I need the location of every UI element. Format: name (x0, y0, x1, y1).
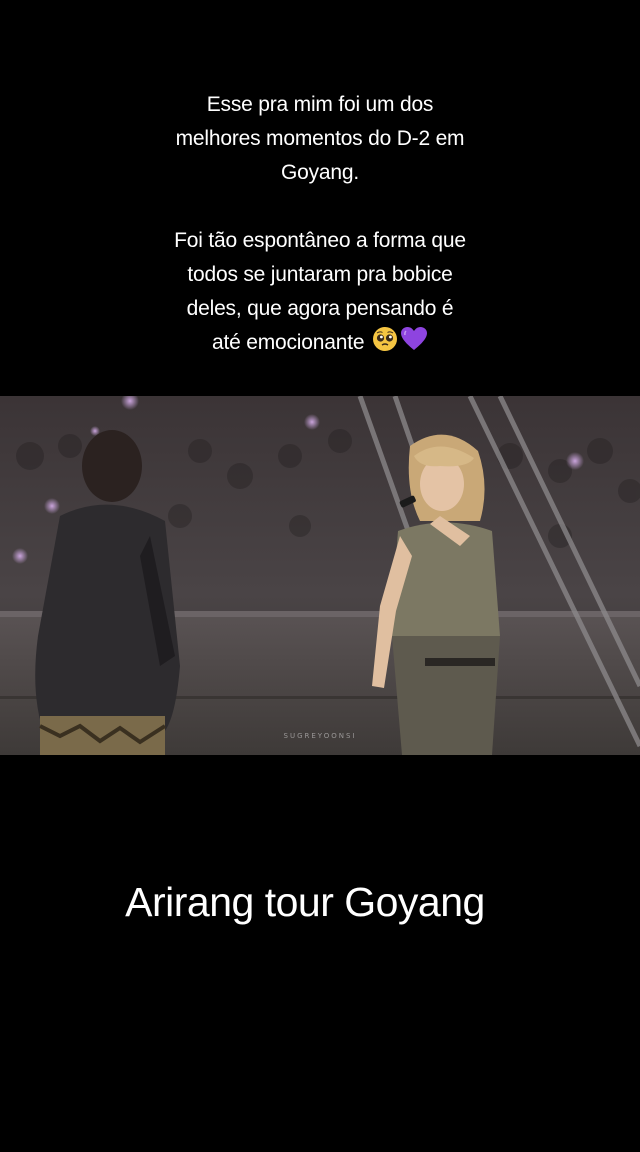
caption-paragraph-2: Foi tão espontâneo a forma que todos se … (40, 224, 600, 363)
overlay-title: Arirang tour Goyang (125, 879, 485, 925)
purple-heart-emoji (400, 326, 428, 363)
pleading-face-emoji (372, 326, 398, 363)
photo-watermark: SUGREYOONSI (283, 732, 357, 740)
caption-text-block: Esse pra mim foi um dos melhores momento… (40, 88, 600, 363)
caption-paragraph-1: Esse pra mim foi um dos melhores momento… (175, 93, 465, 184)
concert-photo: SUGREYOONSI (0, 396, 640, 755)
concert-photo-illustration (0, 396, 640, 755)
caption-gap (40, 190, 600, 224)
